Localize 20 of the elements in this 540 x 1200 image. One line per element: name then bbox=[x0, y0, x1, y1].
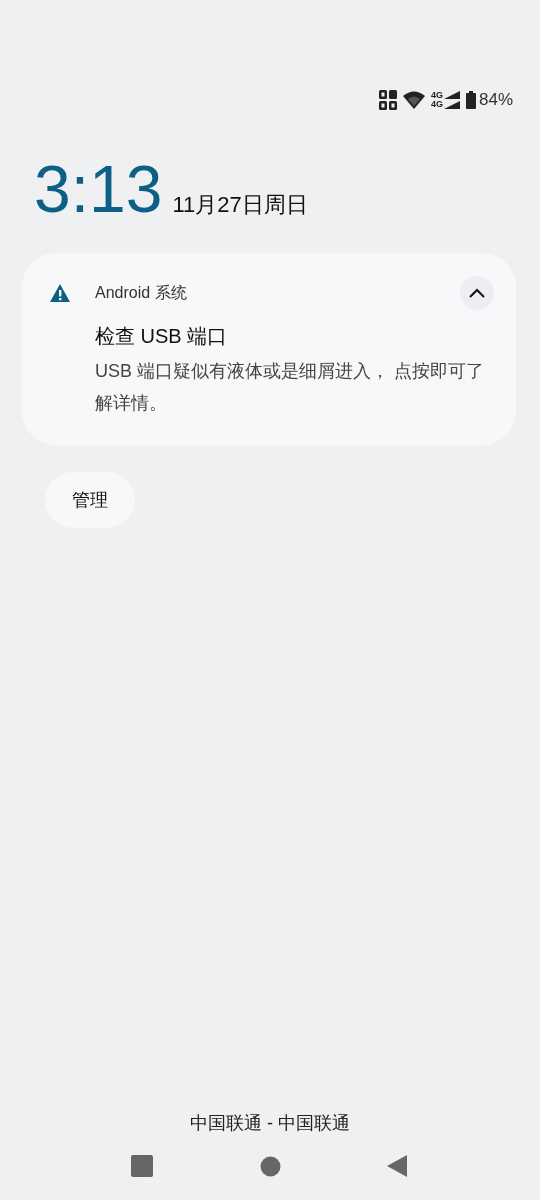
home-icon bbox=[259, 1155, 281, 1177]
notification-body: USB 端口疑似有液体或是细屑进入， 点按即可了解详情。 bbox=[95, 360, 485, 415]
clock-time: 3:13 bbox=[34, 151, 163, 228]
back-icon bbox=[387, 1155, 407, 1177]
expand-button[interactable] bbox=[460, 276, 494, 310]
wifi-icon bbox=[402, 91, 425, 109]
date-text: 11月27日周日 bbox=[172, 191, 308, 219]
manage-button[interactable]: 管理 bbox=[45, 472, 135, 528]
battery-percentage: 84% bbox=[478, 90, 513, 110]
network-type-label: 4G bbox=[430, 91, 443, 100]
carrier-name: 中国联通 - 中国联通 bbox=[190, 1112, 350, 1135]
warning-icon bbox=[50, 284, 70, 302]
notification-card[interactable]: Android 系统 检查 USB 端口 USB 端口疑似有液体或是细屑进入， 点按即可了解详情。 bbox=[22, 253, 516, 445]
recents-icon bbox=[131, 1155, 153, 1177]
app-name: Android 系统 bbox=[95, 282, 188, 303]
notification-title: 检查 USB 端口 bbox=[95, 324, 229, 349]
chevron-icon bbox=[468, 287, 486, 299]
battery-icon bbox=[465, 91, 476, 109]
signal-icon bbox=[443, 91, 460, 109]
network-type-label: 4G bbox=[430, 100, 443, 109]
